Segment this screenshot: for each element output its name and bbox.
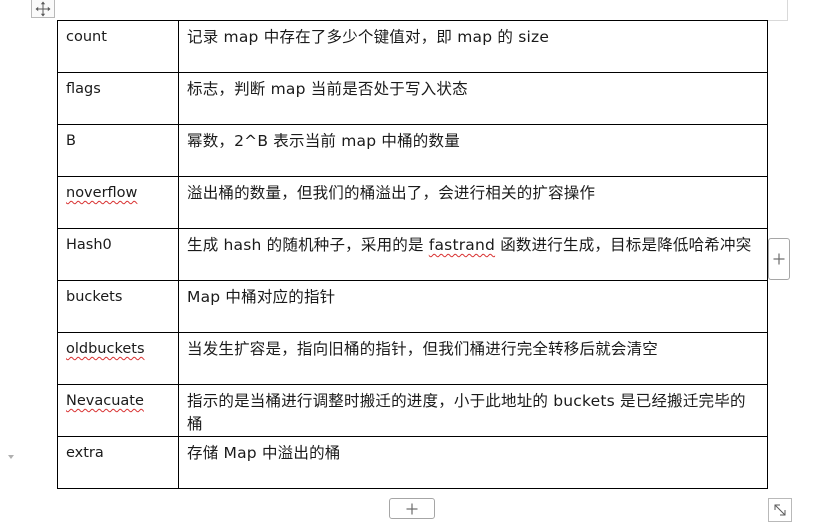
field-description: 溢出桶的数量，但我们的桶溢出了，会进行相关的扩容操作 xyxy=(187,184,596,202)
field-name: Hash0 xyxy=(59,230,178,255)
field-name-text: Hash0 xyxy=(66,237,112,253)
table-row: noverflow 溢出桶的数量，但我们的桶溢出了，会进行相关的扩容操作 xyxy=(57,176,768,229)
field-name-cell[interactable]: noverflow xyxy=(57,176,179,229)
field-name: count xyxy=(59,22,178,47)
field-description: 记录 map 中存在了多少个键值对，即 map 的 size xyxy=(187,28,550,46)
table-row: buckets Map 中桶对应的指针 xyxy=(57,280,768,333)
field-description-cell[interactable]: Map 中桶对应的指针 xyxy=(178,280,768,333)
field-name-text: count xyxy=(66,29,107,45)
field-description: 生成 hash 的随机种子，采用的是 fastrand 函数进行生成，目标是降低… xyxy=(180,230,767,258)
field-name: extra xyxy=(59,438,178,463)
field-description-cell[interactable]: 幂数，2^B 表示当前 map 中桶的数量 xyxy=(178,124,768,177)
caret-down-icon xyxy=(8,455,14,459)
field-description: 当发生扩容是，指向旧桶的指针，但我们桶进行完全转移后就会清空 xyxy=(187,340,659,358)
table-resize-handle[interactable] xyxy=(768,498,792,522)
field-name-text: oldbuckets xyxy=(66,341,145,357)
field-name-cell[interactable]: Hash0 xyxy=(57,228,179,281)
field-description-cell[interactable]: 指示的是当桶进行调整时搬迁的进度，小于此地址的 buckets 是已经搬迁完毕的… xyxy=(178,384,768,437)
field-description: Map 中桶对应的指针 xyxy=(187,288,336,306)
table-row: Hash0 生成 hash 的随机种子，采用的是 fastrand 函数进行生成，… xyxy=(57,228,768,281)
field-name-text: B xyxy=(66,133,76,149)
field-name: Nevacuate xyxy=(59,386,178,411)
field-name-cell[interactable]: extra xyxy=(57,436,179,489)
field-name-cell[interactable]: Nevacuate xyxy=(57,384,179,437)
table-row: oldbuckets 当发生扩容是，指向旧桶的指针，但我们桶进行完全转移后就会清空 xyxy=(57,332,768,385)
field-description-cell[interactable]: 记录 map 中存在了多少个键值对，即 map 的 size xyxy=(178,20,768,73)
plus-icon xyxy=(773,253,785,265)
table-row: count 记录 map 中存在了多少个键值对，即 map 的 size xyxy=(57,20,768,73)
field-description: 存储 Map 中溢出的桶 xyxy=(187,444,341,462)
description-text: 生成 hash 的随机种子，采用的是 xyxy=(187,236,429,254)
table-row: extra 存储 Map 中溢出的桶 xyxy=(57,436,768,489)
field-name-text: Nevacuate xyxy=(66,393,144,409)
table-row: flags 标志，判断 map 当前是否处于写入状态 xyxy=(57,72,768,125)
field-name-text: noverflow xyxy=(66,185,138,201)
field-description: 幂数，2^B 表示当前 map 中桶的数量 xyxy=(187,132,460,150)
page-guide-horizontal xyxy=(766,20,788,21)
misspelled-word: fastrand xyxy=(428,236,496,254)
field-name-cell[interactable]: count xyxy=(57,20,179,73)
table-move-handle[interactable] xyxy=(31,0,55,18)
page-guide-vertical xyxy=(787,0,788,20)
add-row-button[interactable] xyxy=(768,238,790,280)
field-name-cell[interactable]: oldbuckets xyxy=(57,332,179,385)
add-column-button[interactable] xyxy=(389,498,435,519)
description-text: 函数进行生成，目标是降低哈希冲突 xyxy=(495,236,752,254)
field-description-cell[interactable]: 标志，判断 map 当前是否处于写入状态 xyxy=(178,72,768,125)
field-description-cell[interactable]: 生成 hash 的随机种子，采用的是 fastrand 函数进行生成，目标是降低… xyxy=(178,228,768,281)
diagonal-resize-icon xyxy=(774,504,786,516)
field-name: B xyxy=(59,126,178,151)
move-arrows-icon xyxy=(35,1,51,16)
table-row: B 幂数，2^B 表示当前 map 中桶的数量 xyxy=(57,124,768,177)
plus-icon xyxy=(406,503,418,514)
field-description-cell[interactable]: 存储 Map 中溢出的桶 xyxy=(178,436,768,489)
field-name-text: extra xyxy=(66,445,104,461)
field-name-text: flags xyxy=(66,81,101,97)
field-name: buckets xyxy=(59,282,178,307)
field-name: flags xyxy=(59,74,178,99)
field-description-cell[interactable]: 当发生扩容是，指向旧桶的指针，但我们桶进行完全转移后就会清空 xyxy=(178,332,768,385)
field-name: noverflow xyxy=(59,178,178,203)
field-name-cell[interactable]: buckets xyxy=(57,280,179,333)
field-name-cell[interactable]: flags xyxy=(57,72,179,125)
table-row: Nevacuate 指示的是当桶进行调整时搬迁的进度，小于此地址的 buckets… xyxy=(57,384,768,437)
field-description: 指示的是当桶进行调整时搬迁的进度，小于此地址的 buckets 是已经搬迁完毕的… xyxy=(187,392,746,433)
field-name: oldbuckets xyxy=(59,334,178,359)
struct-fields-table: count 记录 map 中存在了多少个键值对，即 map 的 size flags… xyxy=(57,20,768,489)
field-description: 标志，判断 map 当前是否处于写入状态 xyxy=(187,80,468,98)
field-description-cell[interactable]: 溢出桶的数量，但我们的桶溢出了，会进行相关的扩容操作 xyxy=(178,176,768,229)
field-name-text: buckets xyxy=(66,289,123,305)
field-name-cell[interactable]: B xyxy=(57,124,179,177)
